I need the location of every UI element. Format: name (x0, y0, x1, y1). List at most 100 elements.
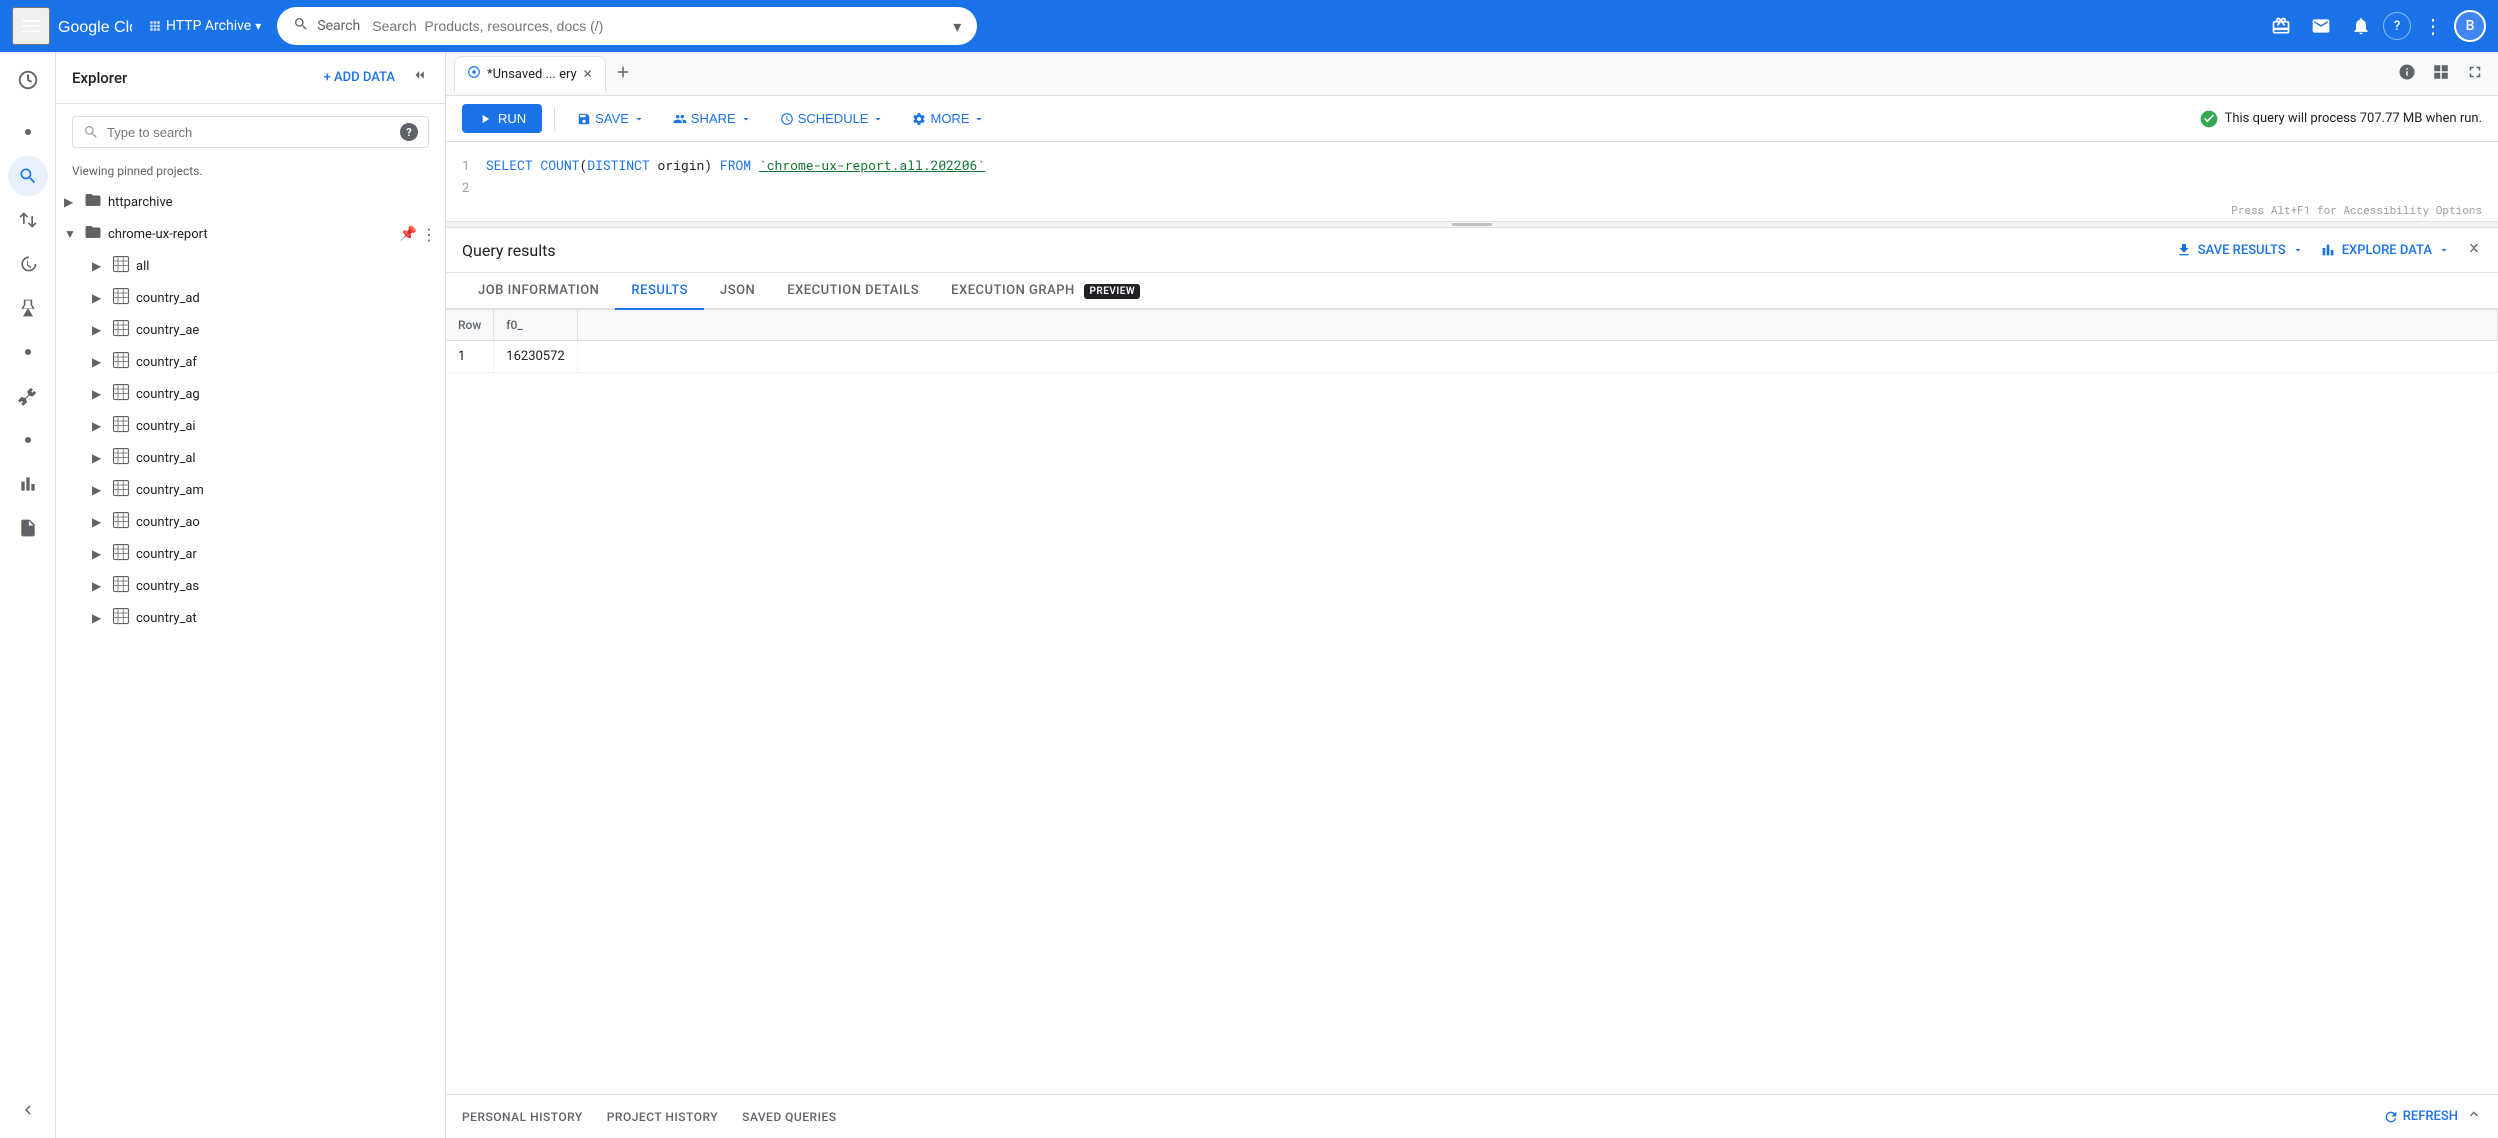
results-expand-button[interactable] (2466, 240, 2482, 260)
code-line-1: 1 SELECT COUNT(DISTINCT origin) FROM `ch… (462, 154, 2482, 176)
run-button[interactable]: RUN (462, 104, 542, 133)
more-icon-chrome-ux[interactable]: ⋮ (421, 225, 437, 244)
tree-item-country_af[interactable]: ▶ country_af ⋮ (56, 346, 445, 378)
tab-query-icon (467, 65, 481, 83)
history-tab-saved[interactable]: SAVED QUERIES (742, 1106, 836, 1128)
tree-item-country_ag[interactable]: ▶ country_ag ⋮ (56, 378, 445, 410)
tree-item-country_ai[interactable]: ▶ country_ai ⋮ (56, 410, 445, 442)
gift-icon-btn[interactable] (2263, 8, 2299, 44)
table-icon-country_af (112, 351, 130, 373)
tab-right-actions (2392, 57, 2490, 91)
search-help-icon[interactable]: ? (400, 123, 418, 141)
explorer-collapse-button[interactable] (411, 66, 429, 89)
more-icon-country_al[interactable]: ⋮ (421, 449, 437, 468)
google-cloud-logo[interactable]: Google Cloud (58, 14, 132, 38)
pin-icon-chrome-ux[interactable]: 📌 (400, 226, 417, 242)
more-icon-btn[interactable]: ⋮ (2415, 6, 2450, 46)
results-tabs: JOB INFORMATION RESULTS JSON EXECUTION D… (446, 273, 2498, 310)
tab-execution-details[interactable]: EXECUTION DETAILS (771, 273, 935, 310)
tree-item-country_ar[interactable]: ▶ country_ar ⋮ (56, 538, 445, 570)
tree-item-httparchive[interactable]: ▶ httparchive ⋮ (56, 186, 445, 218)
schedule-label: SCHEDULE (798, 111, 869, 126)
refresh-button[interactable]: REFRESH (2383, 1109, 2458, 1125)
tree-item-country_al[interactable]: ▶ country_al ⋮ (56, 442, 445, 474)
more-icon-country_ad[interactable]: ⋮ (421, 289, 437, 308)
sidebar-icon-doc[interactable] (8, 508, 48, 548)
top-search-input[interactable] (372, 18, 945, 34)
tree-item-country_ad[interactable]: ▶ country_ad ⋮ (56, 282, 445, 314)
code-editor[interactable]: 1 SELECT COUNT(DISTINCT origin) FROM `ch… (446, 142, 2498, 222)
history-tab-project[interactable]: PROJECT HISTORY (607, 1106, 718, 1128)
table-row: 1 16230572 (446, 341, 2498, 373)
email-icon-btn[interactable] (2303, 8, 2339, 44)
expand-arrow-country_ar: ▶ (92, 547, 112, 561)
query-tab-unsaved[interactable]: *Unsaved ... ery ✕ (454, 56, 606, 92)
collapse-history-button[interactable] (2466, 1106, 2482, 1127)
more-icon-country_as[interactable]: ⋮ (421, 577, 437, 596)
share-button[interactable]: SHARE (663, 105, 762, 132)
save-label: SAVE (595, 111, 629, 126)
tree-item-country_as[interactable]: ▶ country_as ⋮ (56, 570, 445, 602)
top-search-bar[interactable]: Search ▾ (277, 7, 977, 45)
add-data-button[interactable]: + ADD DATA (316, 66, 403, 89)
tab-add-button[interactable] (608, 57, 638, 91)
tab-info-btn[interactable] (2392, 57, 2422, 91)
explorer-title: Explorer (72, 69, 127, 87)
tree-item-country_am[interactable]: ▶ country_am ⋮ (56, 474, 445, 506)
search-dropdown-btn[interactable]: ▾ (953, 17, 961, 36)
expand-arrow-httparchive: ▶ (64, 195, 84, 209)
hamburger-button[interactable] (12, 7, 50, 45)
tree-item-all[interactable]: ▶ all ⋮ (56, 250, 445, 282)
expand-arrow-all: ▶ (92, 259, 112, 273)
product-selector[interactable]: HTTP Archive ▾ (148, 18, 261, 34)
save-button[interactable]: SAVE (567, 105, 655, 132)
tab-fullscreen-btn[interactable] (2460, 57, 2490, 91)
more-icon-country_af[interactable]: ⋮ (421, 353, 437, 372)
sidebar-icon-lab[interactable] (8, 288, 48, 328)
svg-text:Google Cloud: Google Cloud (58, 19, 132, 36)
more-icon-country_ae[interactable]: ⋮ (421, 321, 437, 340)
sidebar-icon-history[interactable] (8, 244, 48, 284)
tab-execution-graph[interactable]: EXECUTION GRAPH PREVIEW (935, 273, 1156, 310)
search-input-wrap[interactable]: ? (72, 116, 429, 148)
expand-arrow-country_af: ▶ (92, 355, 112, 369)
user-avatar[interactable]: B (2454, 10, 2486, 42)
table-icon-country_ae (112, 319, 130, 341)
more-icon-country_ai[interactable]: ⋮ (421, 417, 437, 436)
explorer-search-area: ? (56, 104, 445, 160)
sidebar-icon-wrench[interactable] (8, 376, 48, 416)
more-icon-country_am[interactable]: ⋮ (421, 481, 437, 500)
tree-item-country_at[interactable]: ▶ country_at ⋮ (56, 602, 445, 634)
tree-container: ▶ httparchive ⋮ ▼ chrome-ux-report 📌 ⋮ (56, 186, 445, 1138)
tab-results[interactable]: RESULTS (615, 273, 704, 310)
tab-job-information[interactable]: JOB INFORMATION (462, 273, 615, 310)
tree-item-country_ae[interactable]: ▶ country_ae ⋮ (56, 314, 445, 346)
table-icon-country_al (112, 447, 130, 469)
tree-item-country_ao[interactable]: ▶ country_ao ⋮ (56, 506, 445, 538)
tab-close-button[interactable]: ✕ (583, 67, 593, 81)
explorer-search-input[interactable] (107, 125, 392, 140)
more-icon-country_ag[interactable]: ⋮ (421, 385, 437, 404)
sidebar-collapse-btn[interactable] (8, 1090, 48, 1130)
sidebar-icon-transfer[interactable] (8, 200, 48, 240)
more-icon-httparchive[interactable]: ⋮ (421, 193, 437, 212)
bell-icon-btn[interactable] (2343, 8, 2379, 44)
tab-json[interactable]: JSON (704, 273, 771, 310)
schedule-button[interactable]: SCHEDULE (770, 105, 895, 132)
history-tab-personal[interactable]: PERSONAL HISTORY (462, 1106, 583, 1128)
sidebar-icon-search[interactable] (8, 156, 48, 196)
more-icon-country_at[interactable]: ⋮ (421, 609, 437, 628)
help-icon-btn[interactable]: ? (2383, 12, 2411, 40)
sidebar-icon-chart[interactable] (8, 464, 48, 504)
more-icon-country_ar[interactable]: ⋮ (421, 545, 437, 564)
save-results-button[interactable]: SAVE RESULTS (2176, 242, 2304, 258)
more-icon-country_ao[interactable]: ⋮ (421, 513, 437, 532)
tab-grid-btn[interactable] (2426, 57, 2456, 91)
sidebar-icon-dot-3 (8, 420, 48, 460)
add-data-label: + ADD DATA (324, 70, 395, 85)
explore-data-button[interactable]: EXPLORE DATA (2320, 242, 2450, 258)
tree-item-chrome-ux-report[interactable]: ▼ chrome-ux-report 📌 ⋮ (56, 218, 445, 250)
more-icon-all[interactable]: ⋮ (421, 257, 437, 276)
more-button[interactable]: MORE (902, 105, 995, 132)
sidebar-icon-analytics[interactable] (8, 60, 48, 100)
